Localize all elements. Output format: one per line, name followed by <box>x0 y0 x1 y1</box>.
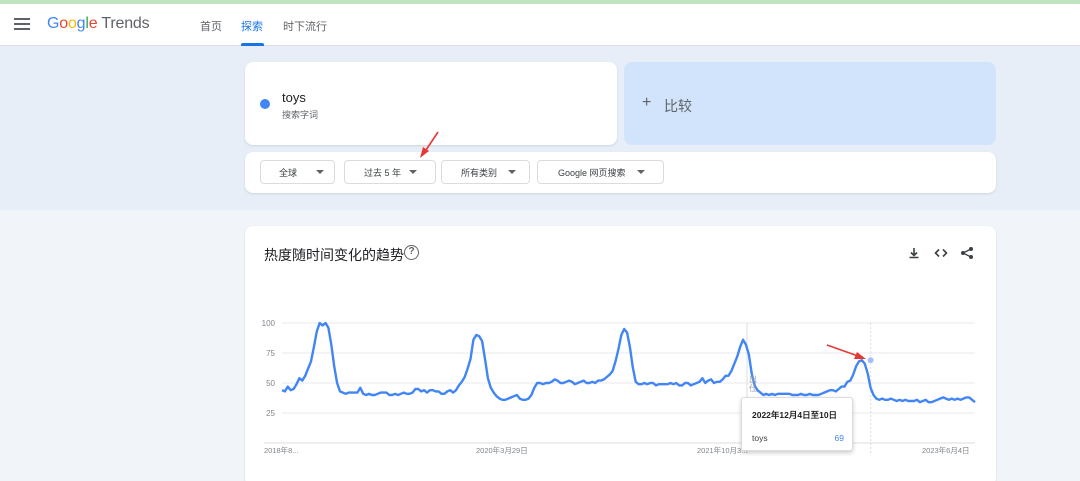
red-arrow-peak <box>826 344 859 357</box>
highlight-point <box>866 356 875 365</box>
y-tick-label: 100 <box>262 319 276 328</box>
tooltip-date: 2022年12月4日至10日 <box>752 410 838 420</box>
y-tick-label: 50 <box>266 379 275 388</box>
x-tick-label: 2020年3月29日 <box>476 445 528 455</box>
y-tick-label: 25 <box>266 409 275 418</box>
x-tick-label: 2023年6月4日 <box>922 445 970 455</box>
tooltip-term: toys <box>752 433 768 443</box>
chart-tooltip: 2022年12月4日至10日 toys 69 <box>741 397 853 451</box>
hover-annotation: 出仕 <box>749 374 757 393</box>
tooltip-value: 69 <box>834 433 844 443</box>
trend-chart[interactable]: 100 75 50 25 2018年8... 2020年3月29日 2021年10月3...… <box>0 0 1080 481</box>
y-tick-label: 75 <box>266 349 275 358</box>
x-tick-label: 2018年8... <box>264 445 299 455</box>
x-tick-label: 2021年10月3... <box>697 445 747 455</box>
